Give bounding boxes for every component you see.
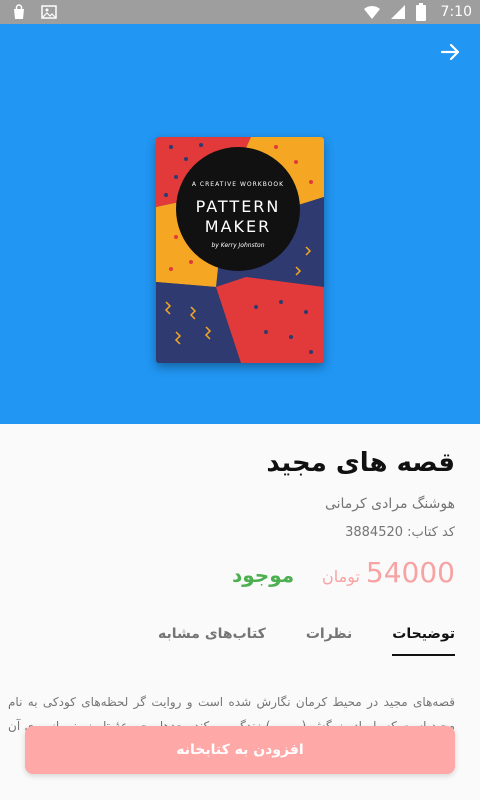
bag-icon bbox=[10, 3, 28, 21]
cover-subtitle: A CREATIVE WORKBOOK bbox=[191, 181, 285, 188]
cover-title-badge: A CREATIVE WORKBOOK PATTERN MAKER by Ker… bbox=[176, 147, 300, 271]
add-to-library-button[interactable]: افزودن به کتابخانه bbox=[25, 726, 455, 774]
status-bar: 7:10 bbox=[0, 0, 480, 24]
book-code-label: کد کتاب: bbox=[407, 525, 455, 540]
detail-tabs: توضیحات نظرات کتاب‌های مشابه bbox=[158, 626, 455, 656]
cover-author: by Kerry Johnston bbox=[211, 242, 265, 249]
book-author: هوشنگ مرادی کرمانی bbox=[324, 496, 455, 512]
book-price: تومان 54000 bbox=[322, 556, 455, 589]
book-code: کد کتاب: 3884520 bbox=[345, 525, 455, 540]
tab-description[interactable]: توضیحات bbox=[392, 626, 455, 656]
tab-similar-books[interactable]: کتاب‌های مشابه bbox=[158, 626, 266, 656]
book-code-value: 3884520 bbox=[345, 525, 404, 540]
status-time: 7:10 bbox=[440, 4, 472, 20]
price-currency: تومان bbox=[322, 567, 360, 586]
cover-title-line2: MAKER bbox=[204, 217, 272, 236]
book-header: A CREATIVE WORKBOOK PATTERN MAKER by Ker… bbox=[0, 24, 480, 424]
wifi-icon bbox=[363, 3, 381, 21]
cover-title: PATTERN MAKER bbox=[176, 197, 300, 237]
cover-title-line1: PATTERN bbox=[195, 197, 281, 216]
image-icon bbox=[40, 3, 58, 21]
tab-reviews[interactable]: نظرات bbox=[306, 626, 352, 656]
book-cover: A CREATIVE WORKBOOK PATTERN MAKER by Ker… bbox=[156, 137, 324, 363]
price-value: 54000 bbox=[365, 556, 455, 589]
stock-status: موجود bbox=[232, 563, 295, 587]
arrow-forward-icon[interactable] bbox=[438, 40, 462, 64]
cellular-icon bbox=[389, 3, 407, 21]
battery-icon bbox=[415, 3, 433, 21]
book-title: قصه های مجید bbox=[266, 448, 455, 478]
